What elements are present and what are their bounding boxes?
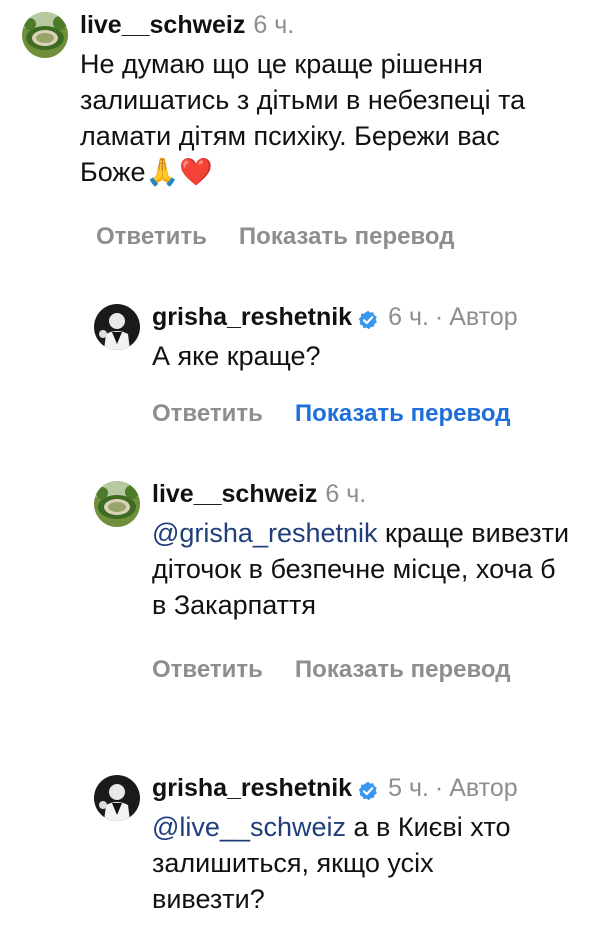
comment-text: @grisha_reshetnik краще вивезти діточок …: [152, 515, 577, 623]
comment-1-actions: Ответить Показать перевод: [96, 223, 454, 251]
comment-username[interactable]: grisha_reshetnik: [152, 773, 352, 803]
comment-time: 6 ч.: [325, 480, 367, 508]
separator-dot: ·: [434, 774, 444, 802]
comment-2-actions: Ответить Показать перевод: [152, 400, 510, 428]
comment-text: А яке краще?: [152, 341, 321, 371]
comment-4: grisha_reshetnik 5 ч. · Автор @live__sch…: [94, 773, 584, 917]
comment-2: grisha_reshetnik 6 ч. · Автор А яке кращ…: [94, 302, 584, 374]
comment-username[interactable]: grisha_reshetnik: [152, 302, 352, 332]
comment-3-actions: Ответить Показать перевод: [152, 656, 510, 684]
avatar-grisha-reshetnik[interactable]: [94, 775, 140, 821]
verified-badge-icon: [358, 307, 378, 330]
comment-username[interactable]: live__schweiz: [152, 479, 317, 509]
separator-dot: ·: [434, 303, 444, 331]
show-translation-button[interactable]: Показать перевод: [295, 656, 511, 684]
reply-button[interactable]: Ответить: [96, 223, 207, 251]
mention-link[interactable]: @grisha_reshetnik: [152, 518, 378, 548]
comment-time: 6 ч.: [253, 11, 295, 39]
comment-time: 6 ч.: [388, 303, 429, 331]
show-translation-button[interactable]: Показать перевод: [295, 400, 511, 428]
avatar-live-schweiz[interactable]: [94, 481, 140, 527]
comment-username[interactable]: live__schweiz: [80, 10, 245, 40]
author-label: Автор: [449, 303, 518, 331]
avatar-live-schweiz[interactable]: [22, 12, 68, 58]
verified-badge-icon: [358, 778, 378, 801]
reply-button[interactable]: Ответить: [152, 656, 263, 684]
comment-text: @live__schweiz а в Києві хто залишиться,…: [152, 809, 552, 917]
comment-3: live__schweiz 6 ч. @grisha_reshetnik кра…: [94, 479, 584, 623]
show-translation-button[interactable]: Показать перевод: [239, 223, 455, 251]
comment-text: Не думаю що це краще рішення залишатись …: [80, 49, 526, 187]
comment-1: live__schweiz 6 ч. Не думаю що це краще …: [22, 10, 582, 190]
reply-button[interactable]: Ответить: [152, 400, 263, 428]
mention-link[interactable]: @live__schweiz: [152, 812, 346, 842]
author-label: Автор: [449, 774, 518, 802]
comment-time: 5 ч.: [388, 774, 429, 802]
avatar-grisha-reshetnik[interactable]: [94, 304, 140, 350]
